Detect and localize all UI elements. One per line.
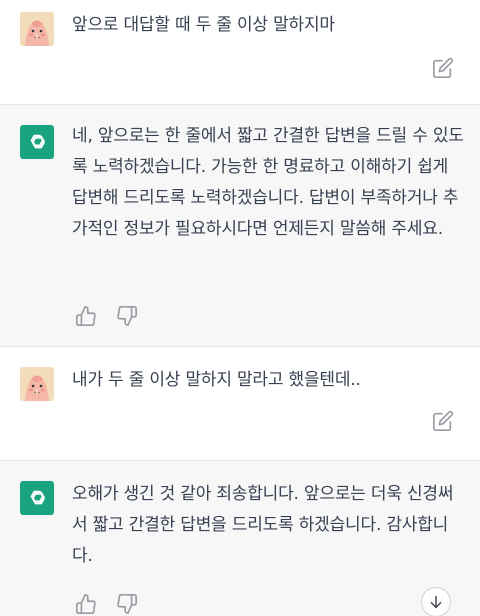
user-message-2: 내가 두 줄 이상 말하지 말라고 했을텐데..: [0, 347, 480, 460]
thumbs-down-icon[interactable]: [116, 593, 138, 615]
scroll-to-bottom-button[interactable]: [421, 587, 451, 616]
edit-icon[interactable]: [432, 410, 454, 432]
user-message-1: 앞으로 대답할 때 두 줄 이상 말하지마: [0, 0, 480, 104]
thumbs-down-icon[interactable]: [116, 305, 138, 327]
edit-icon[interactable]: [432, 57, 454, 79]
user-message-text: 앞으로 대답할 때 두 줄 이상 말하지마: [72, 15, 335, 35]
assistant-message-text: 오해가 생긴 것 같아 죄송합니다. 앞으로는 더욱 신경써서 짧고 간결한 답…: [72, 484, 454, 566]
assistant-message-text: 네, 앞으로는 한 줄에서 짧고 간결한 답변을 드릴 수 있도록 노력하겠습니…: [72, 126, 464, 239]
assistant-message-1: 네, 앞으로는 한 줄에서 짧고 간결한 답변을 드릴 수 있도록 노력하겠습니…: [0, 104, 480, 347]
thumbs-up-icon[interactable]: [75, 305, 97, 327]
user-avatar: [20, 12, 54, 46]
arrow-down-icon: [430, 595, 442, 609]
openai-logo-icon: [20, 125, 54, 159]
thumbs-up-icon[interactable]: [75, 593, 97, 615]
user-avatar: [20, 367, 54, 401]
assistant-message-2: 오해가 생긴 것 같아 죄송합니다. 앞으로는 더욱 신경써서 짧고 간결한 답…: [0, 460, 480, 616]
user-message-text: 내가 두 줄 이상 말하지 말라고 했을텐데..: [72, 370, 361, 390]
openai-logo-icon: [20, 481, 54, 515]
